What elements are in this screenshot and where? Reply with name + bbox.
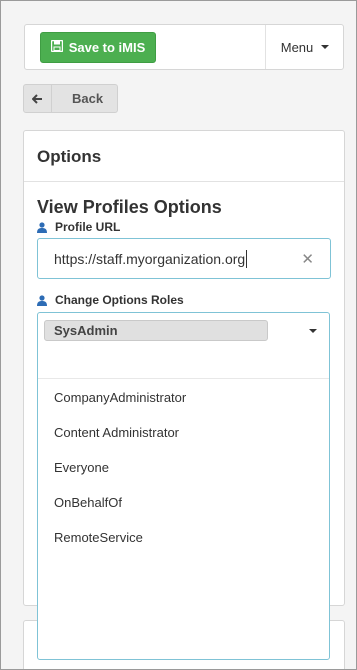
profile-url-label: Profile URL: [37, 220, 120, 234]
save-to-imis-button[interactable]: Save to iMIS: [40, 32, 156, 63]
profile-url-label-text: Profile URL: [55, 220, 121, 234]
text-cursor: [246, 249, 248, 268]
back-label: Back: [72, 91, 104, 106]
toolbar: Save to iMIS Menu: [24, 24, 344, 70]
role-option[interactable]: CompanyAdministrator: [54, 390, 186, 405]
change-options-roles-label: Change Options Roles: [37, 293, 184, 307]
floppy-disk-icon: [50, 39, 63, 55]
role-option[interactable]: Everyone: [54, 460, 109, 475]
menu-label: Menu: [280, 39, 314, 55]
back-button[interactable]: Back: [23, 84, 118, 113]
role-option[interactable]: RemoteService: [54, 530, 143, 545]
user-icon: [37, 221, 47, 233]
save-button-label: Save to iMIS: [68, 40, 146, 55]
selected-role-label: SysAdmin: [54, 323, 118, 338]
caret-down-icon: [321, 45, 330, 49]
arrow-left-icon: [24, 85, 52, 112]
change-options-roles-label-text: Change Options Roles: [55, 293, 184, 307]
menu-dropdown-button[interactable]: Menu: [266, 25, 344, 69]
profile-url-input[interactable]: https://staff.myorganization.org ✕: [37, 238, 331, 279]
close-icon[interactable]: ✕: [301, 250, 314, 268]
role-option[interactable]: Content Administrator: [54, 425, 179, 440]
role-option[interactable]: OnBehalfOf: [54, 495, 122, 510]
selected-role-tag[interactable]: SysAdmin: [44, 320, 268, 341]
panel-title: Options: [24, 131, 344, 182]
profile-url-value: https://staff.myorganization.org: [54, 250, 246, 267]
roles-dropdown[interactable]: SysAdmin CompanyAdministrator Content Ad…: [37, 312, 330, 660]
user-icon: [37, 294, 47, 306]
section-title: View Profiles Options: [37, 197, 222, 217]
dropdown-search-input[interactable]: [38, 351, 329, 379]
caret-down-icon[interactable]: [309, 329, 317, 333]
